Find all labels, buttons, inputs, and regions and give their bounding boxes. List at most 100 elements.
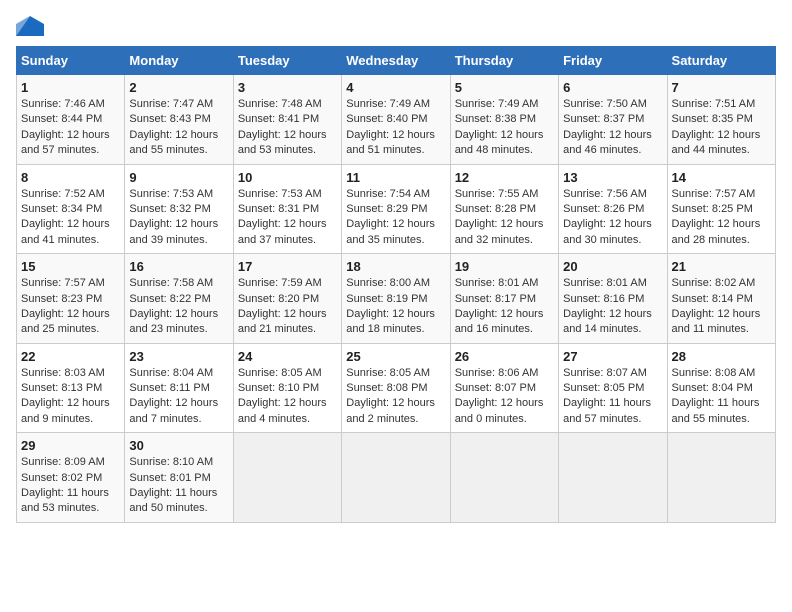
day-number: 23: [129, 349, 228, 364]
calendar-body: 1 Sunrise: 7:46 AMSunset: 8:44 PMDaylight…: [17, 75, 776, 523]
day-info: Sunrise: 8:01 AMSunset: 8:17 PMDaylight:…: [455, 276, 554, 338]
weekday-header-cell: Friday: [559, 47, 667, 75]
day-info: Sunrise: 8:08 AMSunset: 8:04 PMDaylight:…: [672, 366, 771, 428]
calendar-day-cell: [559, 433, 667, 523]
weekday-header-cell: Monday: [125, 47, 233, 75]
day-info: Sunrise: 7:53 AMSunset: 8:31 PMDaylight:…: [238, 187, 337, 249]
calendar-day-cell: 16Sunrise: 7:58 AMSunset: 8:22 PMDayligh…: [125, 254, 233, 344]
day-number: 27: [563, 349, 662, 364]
calendar-day-cell: [233, 433, 341, 523]
day-info: Sunrise: 8:02 AMSunset: 8:14 PMDaylight:…: [672, 276, 771, 338]
logo: [16, 16, 46, 36]
calendar-day-cell: 14 Sunrise: 7:57 AMSunset: 8:25 PMDayligh…: [667, 164, 775, 254]
day-number: 14: [672, 170, 771, 185]
calendar-day-cell: 24 Sunrise: 8:05 AMSunset: 8:10 PMDayligh…: [233, 343, 341, 433]
day-info: Sunrise: 7:54 AMSunset: 8:29 PMDaylight:…: [346, 187, 445, 249]
weekday-header-cell: Tuesday: [233, 47, 341, 75]
calendar-day-cell: 27Sunrise: 8:07 AMSunset: 8:05 PMDayligh…: [559, 343, 667, 433]
day-number: 21: [672, 259, 771, 274]
calendar-week-row: 8 Sunrise: 7:52 AMSunset: 8:34 PMDaylight…: [17, 164, 776, 254]
day-info: Sunrise: 7:49 AMSunset: 8:40 PMDaylight:…: [346, 97, 445, 159]
day-info: Sunrise: 8:10 AMSunset: 8:01 PMDaylight:…: [129, 455, 228, 517]
day-number: 3: [238, 80, 337, 95]
logo-icon: [16, 16, 44, 36]
day-number: 10: [238, 170, 337, 185]
day-info: Sunrise: 8:04 AMSunset: 8:11 PMDaylight:…: [129, 366, 228, 428]
day-info: Sunrise: 7:49 AMSunset: 8:38 PMDaylight:…: [455, 97, 554, 159]
calendar-day-cell: 2Sunrise: 7:47 AMSunset: 8:43 PMDaylight…: [125, 75, 233, 165]
day-info: Sunrise: 8:03 AMSunset: 8:13 PMDaylight:…: [21, 366, 120, 428]
day-number: 5: [455, 80, 554, 95]
day-number: 22: [21, 349, 120, 364]
day-number: 18: [346, 259, 445, 274]
day-info: Sunrise: 7:48 AMSunset: 8:41 PMDaylight:…: [238, 97, 337, 159]
day-number: 12: [455, 170, 554, 185]
day-number: 25: [346, 349, 445, 364]
calendar-day-cell: 20 Sunrise: 8:01 AMSunset: 8:16 PMDayligh…: [559, 254, 667, 344]
calendar-day-cell: 15 Sunrise: 7:57 AMSunset: 8:23 PMDayligh…: [17, 254, 125, 344]
weekday-header-row: SundayMondayTuesdayWednesdayThursdayFrid…: [17, 47, 776, 75]
day-info: Sunrise: 7:50 AMSunset: 8:37 PMDaylight:…: [563, 97, 662, 159]
calendar-day-cell: [450, 433, 558, 523]
calendar-day-cell: 19Sunrise: 8:01 AMSunset: 8:17 PMDayligh…: [450, 254, 558, 344]
calendar-day-cell: 1 Sunrise: 7:46 AMSunset: 8:44 PMDaylight…: [17, 75, 125, 165]
weekday-header-cell: Thursday: [450, 47, 558, 75]
day-info: Sunrise: 7:53 AMSunset: 8:32 PMDaylight:…: [129, 187, 228, 249]
day-info: Sunrise: 8:01 AMSunset: 8:16 PMDaylight:…: [563, 276, 662, 338]
calendar-week-row: 29 Sunrise: 8:09 AMSunset: 8:02 PMDayligh…: [17, 433, 776, 523]
day-info: Sunrise: 7:51 AMSunset: 8:35 PMDaylight:…: [672, 97, 771, 159]
day-info: Sunrise: 7:55 AMSunset: 8:28 PMDaylight:…: [455, 187, 554, 249]
day-number: 11: [346, 170, 445, 185]
day-info: Sunrise: 7:59 AMSunset: 8:20 PMDaylight:…: [238, 276, 337, 338]
day-info: Sunrise: 8:06 AMSunset: 8:07 PMDaylight:…: [455, 366, 554, 428]
header: [16, 16, 776, 36]
calendar-day-cell: 6Sunrise: 7:50 AMSunset: 8:37 PMDaylight…: [559, 75, 667, 165]
calendar-day-cell: 5 Sunrise: 7:49 AMSunset: 8:38 PMDaylight…: [450, 75, 558, 165]
calendar-day-cell: 7Sunrise: 7:51 AMSunset: 8:35 PMDaylight…: [667, 75, 775, 165]
day-number: 17: [238, 259, 337, 274]
day-info: Sunrise: 7:57 AMSunset: 8:23 PMDaylight:…: [21, 276, 120, 338]
calendar-day-cell: 18 Sunrise: 8:00 AMSunset: 8:19 PMDayligh…: [342, 254, 450, 344]
weekday-header-cell: Sunday: [17, 47, 125, 75]
day-number: 24: [238, 349, 337, 364]
day-number: 9: [129, 170, 228, 185]
day-number: 30: [129, 438, 228, 453]
day-number: 28: [672, 349, 771, 364]
calendar-day-cell: 30 Sunrise: 8:10 AMSunset: 8:01 PMDayligh…: [125, 433, 233, 523]
day-number: 1: [21, 80, 120, 95]
calendar-day-cell: 8 Sunrise: 7:52 AMSunset: 8:34 PMDaylight…: [17, 164, 125, 254]
weekday-header-cell: Wednesday: [342, 47, 450, 75]
calendar-day-cell: [667, 433, 775, 523]
day-info: Sunrise: 8:00 AMSunset: 8:19 PMDaylight:…: [346, 276, 445, 338]
calendar-day-cell: 10 Sunrise: 7:53 AMSunset: 8:31 PMDayligh…: [233, 164, 341, 254]
day-number: 16: [129, 259, 228, 274]
day-number: 15: [21, 259, 120, 274]
weekday-header-cell: Saturday: [667, 47, 775, 75]
day-number: 26: [455, 349, 554, 364]
day-number: 4: [346, 80, 445, 95]
day-info: Sunrise: 7:52 AMSunset: 8:34 PMDaylight:…: [21, 187, 120, 249]
calendar-day-cell: 26 Sunrise: 8:06 AMSunset: 8:07 PMDayligh…: [450, 343, 558, 433]
calendar-week-row: 15 Sunrise: 7:57 AMSunset: 8:23 PMDayligh…: [17, 254, 776, 344]
calendar-day-cell: 28 Sunrise: 8:08 AMSunset: 8:04 PMDayligh…: [667, 343, 775, 433]
day-info: Sunrise: 7:47 AMSunset: 8:43 PMDaylight:…: [129, 97, 228, 159]
calendar-week-row: 22 Sunrise: 8:03 AMSunset: 8:13 PMDayligh…: [17, 343, 776, 433]
day-info: Sunrise: 7:57 AMSunset: 8:25 PMDaylight:…: [672, 187, 771, 249]
day-number: 8: [21, 170, 120, 185]
calendar-day-cell: [342, 433, 450, 523]
calendar-day-cell: 3 Sunrise: 7:48 AMSunset: 8:41 PMDaylight…: [233, 75, 341, 165]
day-info: Sunrise: 8:09 AMSunset: 8:02 PMDaylight:…: [21, 455, 120, 517]
day-info: Sunrise: 7:46 AMSunset: 8:44 PMDaylight:…: [21, 97, 120, 159]
day-number: 20: [563, 259, 662, 274]
day-info: Sunrise: 8:05 AMSunset: 8:10 PMDaylight:…: [238, 366, 337, 428]
day-info: Sunrise: 8:05 AMSunset: 8:08 PMDaylight:…: [346, 366, 445, 428]
calendar-day-cell: 17 Sunrise: 7:59 AMSunset: 8:20 PMDayligh…: [233, 254, 341, 344]
calendar-day-cell: 29 Sunrise: 8:09 AMSunset: 8:02 PMDayligh…: [17, 433, 125, 523]
calendar-day-cell: 11 Sunrise: 7:54 AMSunset: 8:29 PMDayligh…: [342, 164, 450, 254]
calendar-day-cell: 12 Sunrise: 7:55 AMSunset: 8:28 PMDayligh…: [450, 164, 558, 254]
calendar-week-row: 1 Sunrise: 7:46 AMSunset: 8:44 PMDaylight…: [17, 75, 776, 165]
day-number: 29: [21, 438, 120, 453]
calendar-day-cell: 9 Sunrise: 7:53 AMSunset: 8:32 PMDaylight…: [125, 164, 233, 254]
calendar-day-cell: 22 Sunrise: 8:03 AMSunset: 8:13 PMDayligh…: [17, 343, 125, 433]
day-info: Sunrise: 7:56 AMSunset: 8:26 PMDaylight:…: [563, 187, 662, 249]
